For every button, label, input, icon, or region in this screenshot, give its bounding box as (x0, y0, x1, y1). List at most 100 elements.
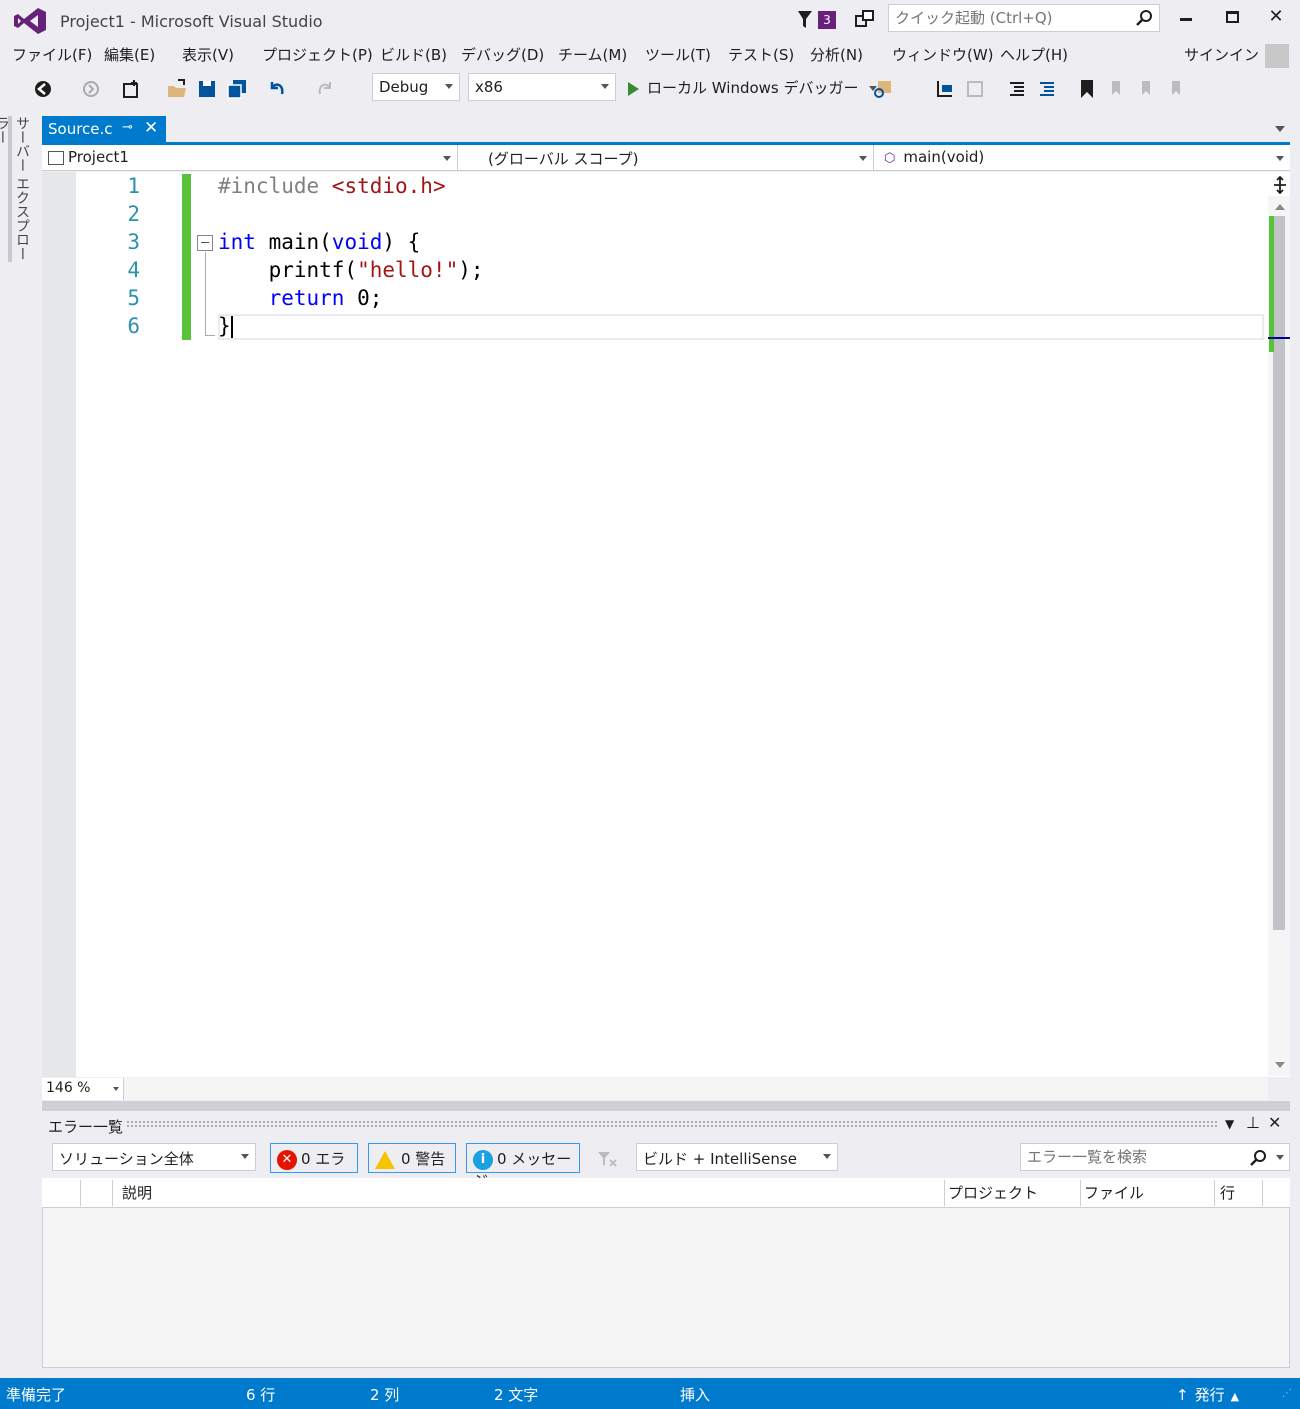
line-number: 5 (127, 286, 140, 310)
error-scope-dropdown[interactable]: ソリューション全体 (52, 1143, 256, 1171)
notification-flag-icon[interactable] (796, 8, 820, 32)
error-source-dropdown[interactable]: ビルド + IntelliSense (636, 1143, 838, 1171)
scroll-up-arrow-icon[interactable] (1275, 204, 1285, 210)
navigate-forward-icon[interactable] (80, 78, 102, 100)
indicator-margin[interactable] (42, 172, 76, 1077)
maximize-button[interactable] (1212, 6, 1252, 32)
column-separator[interactable] (944, 1180, 945, 1206)
line-number: 6 (127, 314, 140, 338)
menu-test[interactable]: テスト(S) (728, 44, 794, 65)
error-list-search-box[interactable] (1020, 1143, 1290, 1171)
column-separator[interactable] (112, 1180, 113, 1206)
find-in-files-icon[interactable] (872, 78, 894, 100)
server-explorer-tab[interactable]: サーバー エクスプローラー (0, 116, 32, 262)
code-line-1[interactable]: #include <stdio.h> (218, 174, 446, 198)
close-window-button[interactable]: ✕ (1256, 6, 1296, 32)
vertical-scrollbar-thumb[interactable] (1273, 216, 1285, 930)
split-window-icon[interactable] (1272, 176, 1288, 194)
scroll-down-arrow-icon[interactable] (1275, 1062, 1285, 1068)
notification-count-badge[interactable]: 3 (818, 11, 836, 29)
close-tab-icon[interactable]: ✕ (144, 118, 158, 138)
column-separator[interactable] (1214, 1180, 1215, 1206)
search-icon[interactable] (1249, 1149, 1267, 1167)
minimize-button[interactable] (1166, 6, 1206, 32)
redo-icon[interactable] (314, 78, 336, 100)
publish-button[interactable]: ↑ 発行 ▲ (1176, 1384, 1239, 1405)
project-dropdown[interactable]: Project1 (42, 145, 458, 171)
chevron-down-icon[interactable] (1276, 1155, 1284, 1160)
next-bookmark-icon[interactable] (1136, 78, 1158, 100)
menu-team[interactable]: チーム(M) (558, 44, 627, 65)
panel-options-dropdown-icon[interactable]: ▼ (1225, 1117, 1234, 1131)
previous-bookmark-icon[interactable] (1106, 78, 1128, 100)
save-all-icon[interactable] (226, 78, 248, 100)
clear-bookmarks-icon[interactable] (1166, 78, 1188, 100)
column-separator[interactable] (1080, 1180, 1081, 1206)
open-file-icon[interactable] (166, 78, 188, 100)
user-avatar-icon[interactable] (1265, 44, 1289, 68)
scope-dropdown[interactable]: (グローバル スコープ) (462, 145, 874, 171)
feedback-icon[interactable] (853, 8, 877, 32)
column-header-file[interactable]: ファイル (1084, 1182, 1144, 1203)
code-line-4[interactable]: printf("hello!"); (218, 258, 484, 282)
quick-launch-box[interactable] (888, 4, 1160, 32)
column-header-description[interactable]: 説明 (122, 1182, 152, 1203)
line-number: 1 (127, 174, 140, 198)
start-debugging-button[interactable]: ローカル Windows デバッガー (628, 77, 878, 98)
menu-file[interactable]: ファイル(F) (12, 44, 92, 65)
resize-grip-icon[interactable]: ⋰ (1282, 1388, 1292, 1399)
menu-window[interactable]: ウィンドウ(W) (892, 44, 994, 65)
menu-help[interactable]: ヘルプ(H) (1000, 44, 1068, 65)
solution-configuration-dropdown[interactable]: Debug (372, 73, 460, 101)
scope-value: (グローバル スコープ) (488, 150, 639, 168)
undo-icon[interactable] (266, 78, 288, 100)
solution-platform-dropdown[interactable]: x86 (468, 73, 616, 101)
solution-explorer-icon[interactable] (934, 78, 956, 100)
error-list-search-input[interactable] (1021, 1144, 1241, 1170)
tab-overflow-chevron-icon[interactable] (1275, 126, 1285, 132)
search-icon[interactable] (1135, 9, 1153, 27)
menu-analyze[interactable]: 分析(N) (810, 44, 863, 65)
save-icon[interactable] (196, 78, 218, 100)
menu-tools[interactable]: ツール(T) (645, 44, 711, 65)
column-separator[interactable] (80, 1180, 81, 1206)
navigate-back-icon[interactable] (32, 78, 54, 100)
column-header-project[interactable]: プロジェクト (948, 1182, 1038, 1203)
member-dropdown[interactable]: ⬡ main(void) (878, 145, 1290, 171)
properties-icon[interactable] (964, 78, 986, 100)
menu-edit[interactable]: 編集(E) (104, 44, 155, 65)
zoom-dropdown[interactable]: 146 % (42, 1078, 124, 1100)
chevron-down-icon (443, 156, 451, 161)
tab-source-c[interactable]: Source.c ⊸ ✕ (42, 116, 166, 142)
menu-debug[interactable]: デバッグ(D) (461, 44, 544, 65)
column-separator[interactable] (1262, 1180, 1263, 1206)
bookmark-icon[interactable] (1076, 78, 1098, 100)
menu-project[interactable]: プロジェクト(P) (262, 44, 373, 65)
auto-hide-pin-icon[interactable]: ⊥ (1246, 1113, 1260, 1132)
sign-in-link[interactable]: サインイン (1184, 44, 1259, 65)
menu-build[interactable]: ビルド(B) (380, 44, 447, 65)
tab-label: Source.c (48, 120, 113, 138)
comment-lines-icon[interactable] (1006, 78, 1028, 100)
close-panel-icon[interactable]: ✕ (1268, 1113, 1281, 1132)
messages-filter-button[interactable]: i0 メッセージ (466, 1143, 580, 1190)
warnings-filter-button[interactable]: 0 警告 (368, 1143, 456, 1173)
column-header-line[interactable]: 行 (1220, 1182, 1235, 1203)
panel-splitter[interactable] (42, 1101, 1290, 1111)
collapse-outline-icon[interactable] (197, 235, 213, 251)
horizontal-scrollbar[interactable] (124, 1078, 1268, 1100)
uncomment-lines-icon[interactable] (1036, 78, 1058, 100)
new-project-icon[interactable] (120, 78, 142, 100)
quick-launch-input[interactable] (889, 5, 1129, 31)
line-number: 3 (127, 230, 140, 254)
pin-icon[interactable]: ⊸ (122, 120, 133, 135)
clear-filter-icon[interactable] (596, 1148, 618, 1170)
menu-view[interactable]: 表示(V) (182, 44, 234, 65)
configuration-value: Debug (379, 78, 429, 96)
errors-filter-button[interactable]: ✕0 エラー (270, 1143, 358, 1190)
panel-drag-grip[interactable] (126, 1120, 1218, 1128)
code-line-3[interactable]: int main(void) { (218, 230, 420, 254)
error-scope-value: ソリューション全体 (59, 1150, 194, 1168)
code-line-6[interactable]: } (218, 314, 231, 338)
code-line-5[interactable]: return 0; (218, 286, 383, 310)
